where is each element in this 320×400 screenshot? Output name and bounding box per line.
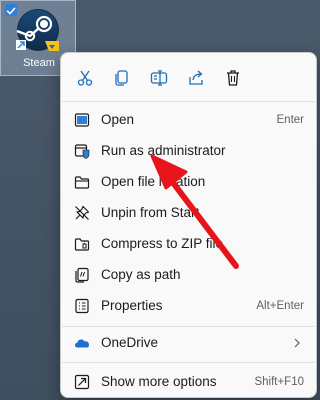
trash-icon <box>227 70 239 86</box>
context-menu: Open Enter Run as administrator Open fil… <box>60 52 317 398</box>
properties-icon <box>75 298 89 314</box>
show-more-icon <box>74 374 90 390</box>
menu-item-onedrive[interactable]: OneDrive <box>67 329 310 357</box>
separator <box>62 362 315 363</box>
unpin-icon <box>75 205 90 220</box>
share-button[interactable] <box>185 67 207 89</box>
separator <box>62 326 315 327</box>
steam-icon <box>16 9 59 51</box>
menu-item-open-file-location[interactable]: Open file location <box>67 168 310 196</box>
menu-item-label: OneDrive <box>101 335 159 350</box>
copy-icon <box>115 70 128 86</box>
shield-window-icon <box>74 144 90 159</box>
menu-item-compress-to-zip[interactable]: Compress to ZIP file <box>67 230 310 258</box>
cut-button[interactable] <box>74 67 96 89</box>
menu-item-label: Compress to ZIP file <box>101 236 224 251</box>
menu-item-label: Unpin from Start <box>101 205 200 220</box>
menu-item-show-more-options[interactable]: Show more options Shift+F10 <box>67 368 310 396</box>
folder-icon <box>74 176 90 189</box>
shortcut-text: Alt+Enter <box>256 300 304 312</box>
copy-button[interactable] <box>111 67 133 89</box>
menu-item-run-as-administrator[interactable]: Run as administrator <box>67 137 310 165</box>
menu-item-label: Open <box>101 112 135 127</box>
menu-item-properties[interactable]: Properties Alt+Enter <box>67 292 310 320</box>
shortcut-text: Shift+F10 <box>254 376 304 388</box>
menu-item-label: Show more options <box>101 374 217 389</box>
rename-button[interactable] <box>148 67 170 89</box>
menu-item-open[interactable]: Open Enter <box>67 106 310 134</box>
cloud-icon <box>75 339 89 348</box>
menu-item-label: Properties <box>101 298 163 313</box>
rename-icon <box>150 70 168 86</box>
menu-item-label: Run as administrator <box>101 143 226 158</box>
separator <box>62 101 315 102</box>
app-window-icon <box>74 113 90 127</box>
zip-folder-icon <box>74 238 90 251</box>
share-icon <box>189 70 203 85</box>
menu-item-label: Open file location <box>101 174 206 189</box>
scissors-icon <box>77 70 93 86</box>
shortcut-text: Enter <box>276 114 305 126</box>
menu-item-copy-as-path[interactable]: Copy as path <box>67 261 310 289</box>
chevron-right-icon <box>294 338 300 348</box>
menu-item-unpin-from-start[interactable]: Unpin from Start <box>67 199 310 227</box>
copy-path-icon <box>75 267 89 283</box>
menu-item-label: Copy as path <box>101 267 181 282</box>
delete-button[interactable] <box>222 67 244 89</box>
